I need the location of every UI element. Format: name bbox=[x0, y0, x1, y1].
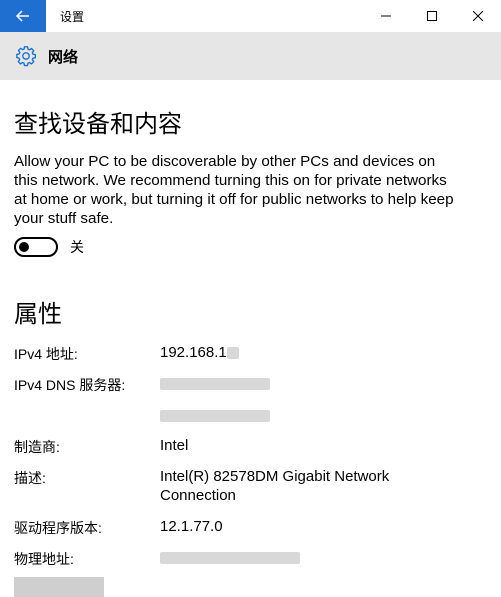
close-button[interactable] bbox=[455, 0, 501, 32]
title-bar: 设置 bbox=[0, 0, 501, 32]
redacted-block bbox=[160, 410, 270, 423]
ipv4-dns-label: IPv4 DNS 服务器: bbox=[14, 377, 126, 393]
physical-address-label: 物理地址: bbox=[14, 551, 74, 567]
maximize-icon bbox=[427, 11, 437, 21]
description-value: Intel(R) 82578DM Gigabit Network Connect… bbox=[160, 468, 390, 504]
window-title: 设置 bbox=[60, 9, 85, 24]
copy-button[interactable] bbox=[14, 577, 104, 597]
ipv4-address-text: 192.168.1 bbox=[160, 344, 227, 361]
ipv4-address-value: 192.168.1 bbox=[160, 343, 460, 362]
gear-icon bbox=[14, 44, 38, 68]
page-header: 网络 bbox=[0, 32, 501, 80]
window-controls bbox=[363, 0, 501, 32]
back-arrow-icon bbox=[16, 10, 29, 22]
redacted-block bbox=[160, 378, 270, 391]
redacted-block bbox=[160, 552, 300, 565]
discovery-description: Allow your PC to be discoverable by othe… bbox=[14, 153, 454, 227]
driver-version-label: 驱动程序版本: bbox=[14, 520, 102, 536]
toggle-knob bbox=[19, 242, 29, 252]
properties-heading: 属性 bbox=[14, 301, 62, 328]
page-title: 网络 bbox=[48, 48, 79, 66]
toggle-state-label: 关 bbox=[70, 239, 84, 255]
ipv4-address-label: IPv4 地址: bbox=[14, 346, 78, 362]
manufacturer-label: 制造商: bbox=[14, 439, 60, 455]
redacted-block bbox=[226, 347, 239, 360]
ipv4-dns-value-2 bbox=[160, 406, 460, 425]
minimize-icon bbox=[381, 15, 391, 17]
close-icon bbox=[473, 11, 483, 21]
maximize-button[interactable] bbox=[409, 0, 455, 32]
discovery-toggle-row: 关 bbox=[14, 237, 84, 257]
description-label: 描述: bbox=[14, 470, 46, 486]
physical-address-value bbox=[160, 548, 460, 567]
manufacturer-value: Intel bbox=[160, 437, 189, 454]
minimize-button[interactable] bbox=[363, 0, 409, 32]
back-button[interactable] bbox=[0, 0, 46, 32]
discovery-toggle[interactable] bbox=[14, 237, 58, 257]
ipv4-dns-value bbox=[160, 374, 460, 393]
driver-version-value: 12.1.77.0 bbox=[160, 518, 223, 535]
discovery-heading: 查找设备和内容 bbox=[14, 111, 182, 138]
